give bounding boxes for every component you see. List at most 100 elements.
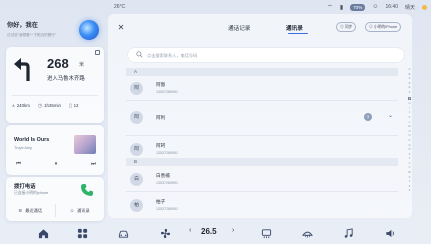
contact-row[interactable]: 阿 阿傲 13537289591 — [126, 77, 398, 99]
alphabet-index-letter[interactable]: W — [408, 171, 410, 174]
contact-name: 阿利 — [156, 115, 166, 120]
route-icon: ⩚ — [12, 104, 15, 109]
car-icon[interactable] — [115, 225, 131, 241]
alphabet-index-letter[interactable]: T — [409, 157, 411, 160]
alphabet-index-letter[interactable]: Z — [409, 185, 411, 188]
alphabet-index-letter[interactable]: X — [409, 176, 411, 179]
temperature-down-button[interactable]: ‹ — [189, 227, 191, 234]
alphabet-index-letter[interactable]: # — [409, 189, 410, 192]
fan-icon[interactable] — [157, 225, 173, 241]
alphabet-index-letter[interactable]: P — [409, 139, 411, 142]
bluetooth-device-button[interactable]: ⊙ 小明的iPhone — [365, 22, 402, 32]
contacts-panel: ✕ 通话记录 通讯录 ⊙ 同步 ⊙ 小明的iPhone A 阿 阿傲 13537… — [108, 14, 412, 218]
phone-title: 拨打电话 — [14, 184, 36, 190]
clock-icon: ◷ — [37, 104, 43, 109]
divider — [12, 95, 98, 96]
alphabet-index-letter[interactable]: C — [409, 77, 411, 80]
sun-icon — [422, 4, 427, 10]
contact-phone: 13537289591 — [156, 151, 178, 155]
alphabet-index-letter[interactable]: G — [408, 96, 412, 101]
voice-assistant-widget[interactable]: 你好，我在 试试说“我想看一下附近的餐厅” — [5, 15, 105, 43]
search-icon — [136, 51, 143, 58]
defrost-rear-icon[interactable] — [258, 225, 274, 241]
navigation-card[interactable]: 268 米 进入马鲁木齐路 ⩚ 240km ◷ 1h35min ▯ 12 — [6, 47, 104, 123]
search-input[interactable] — [147, 48, 397, 62]
sync-button[interactable]: ⊙ 同步 — [336, 22, 357, 32]
contact-row[interactable]: 白 白善楠 13537289591 — [126, 168, 398, 190]
close-button[interactable]: ✕ — [115, 22, 127, 34]
search-bar[interactable] — [128, 48, 404, 62]
tab-call-history[interactable]: 通话记录 — [228, 24, 250, 32]
contact-row[interactable]: 阿 阿珂 13537289591 — [126, 138, 398, 160]
contact-phone: 13537289591 — [156, 181, 178, 185]
music-card[interactable]: World Is Ours Troye Amy ⏮ ⏸ ⏭ — [6, 125, 104, 175]
chevron-down-icon[interactable]: ⌄ — [388, 112, 393, 119]
phone-card[interactable]: 拨打电话 已连接小明的iphone ☰ 最近通话 ☺ 通讯录 — [6, 177, 104, 221]
traffic-light-icon: ▯ — [68, 104, 72, 109]
alphabet-index-letter[interactable]: R — [409, 148, 411, 151]
left-widgets: 你好，我在 试试说“我想看一下附近的餐厅” 268 米 进入马鲁木齐路 ⩚ 240… — [3, 11, 106, 223]
music-icon[interactable] — [340, 225, 356, 241]
contact-name: 柏子 — [156, 199, 166, 204]
trip-stats: ⩚ 240km ◷ 1h35min ▯ 12 — [12, 103, 78, 109]
alphabet-index-letter[interactable]: S — [409, 153, 411, 156]
outside-temperature: 26°C — [114, 4, 126, 10]
tab-contacts[interactable]: 通讯录 — [286, 24, 303, 32]
contact-row[interactable]: 柏 柏子 13537289591 — [126, 194, 398, 216]
alphabet-index-letter[interactable]: U — [409, 162, 411, 165]
previous-track-icon[interactable]: ⏮ — [16, 161, 21, 168]
alphabet-index-letter[interactable]: Q — [408, 144, 410, 147]
contact-name: 阿傲 — [156, 82, 166, 87]
alphabet-index-letter[interactable]: N — [409, 130, 411, 133]
trip-stat-distance: ⩚ 240km — [12, 103, 30, 109]
alphabet-index-letter[interactable]: F — [409, 91, 411, 94]
contact-name: 阿珂 — [156, 143, 166, 148]
trip-stat-lights: ▯ 12 — [68, 103, 79, 109]
trip-stat-time: ◷ 1h35min — [37, 103, 61, 109]
turn-distance-unit: 米 — [79, 62, 85, 68]
album-cover[interactable] — [74, 135, 96, 154]
greeting-subtitle: 试试说“我想看一下附近的餐厅” — [7, 33, 57, 37]
next-track-icon[interactable]: ⏭ — [91, 161, 96, 168]
temperature-up-button[interactable]: › — [232, 227, 234, 234]
alphabet-index-letter[interactable]: H — [409, 102, 411, 105]
active-tab-indicator — [288, 33, 308, 35]
alphabet-index-letter[interactable]: D — [409, 82, 411, 85]
alphabet-index[interactable]: A B C D E F G H I J K L M N O P Q R S T U V W X Y Z # — [407, 68, 412, 192]
voice-assistant-orb-icon[interactable] — [79, 20, 99, 40]
alphabet-index-letter[interactable]: V — [409, 166, 411, 169]
contact-phone: 13537289591 — [156, 207, 178, 211]
contacts-button[interactable]: ☺ 通讯录 — [54, 204, 105, 217]
alphabet-index-letter[interactable]: I — [409, 107, 410, 110]
alphabet-index-letter[interactable]: O — [408, 134, 410, 137]
turn-left-arrow-icon — [14, 58, 30, 81]
status-icons: ⌔ ▮ 70% ☺ 16:40 晴天 — [327, 3, 427, 11]
turn-distance: 268 — [47, 56, 69, 71]
phone-actions: ☰ 最近通话 ☺ 通讯录 — [6, 204, 104, 217]
close-icon[interactable]: ✕ — [118, 23, 125, 32]
cabin-temperature: 26.5 — [201, 227, 217, 236]
divider — [126, 100, 398, 101]
alphabet-index-letter[interactable]: Y — [409, 180, 411, 183]
alphabet-index-letter[interactable]: B — [409, 73, 411, 76]
home-icon[interactable] — [35, 225, 51, 241]
user-icon[interactable]: ☺ — [372, 4, 378, 10]
contact-row[interactable]: 阿 阿利 3 ⌄ — [126, 106, 398, 128]
apps-icon[interactable] — [74, 225, 90, 241]
wifi-icon: ⌔ — [327, 5, 333, 11]
expand-icon[interactable] — [95, 50, 100, 55]
alphabet-index-letter[interactable]: K — [409, 116, 411, 119]
avatar: 阿 — [130, 111, 143, 124]
alphabet-index-letter[interactable]: L — [409, 121, 410, 124]
alphabet-index-letter[interactable]: E — [409, 86, 411, 89]
phone-icon[interactable] — [80, 183, 94, 197]
volume-icon[interactable] — [382, 225, 398, 241]
alphabet-index-letter[interactable]: J — [409, 111, 410, 114]
recent-calls-button[interactable]: ☰ 最近通话 — [6, 204, 55, 217]
alphabet-index-letter[interactable]: A — [409, 68, 411, 71]
defrost-front-icon[interactable] — [299, 225, 315, 241]
avatar: 阿 — [130, 82, 143, 95]
pause-icon[interactable]: ⏸ — [55, 161, 58, 168]
avatar: 白 — [130, 173, 143, 186]
alphabet-index-letter[interactable]: M — [408, 125, 410, 128]
